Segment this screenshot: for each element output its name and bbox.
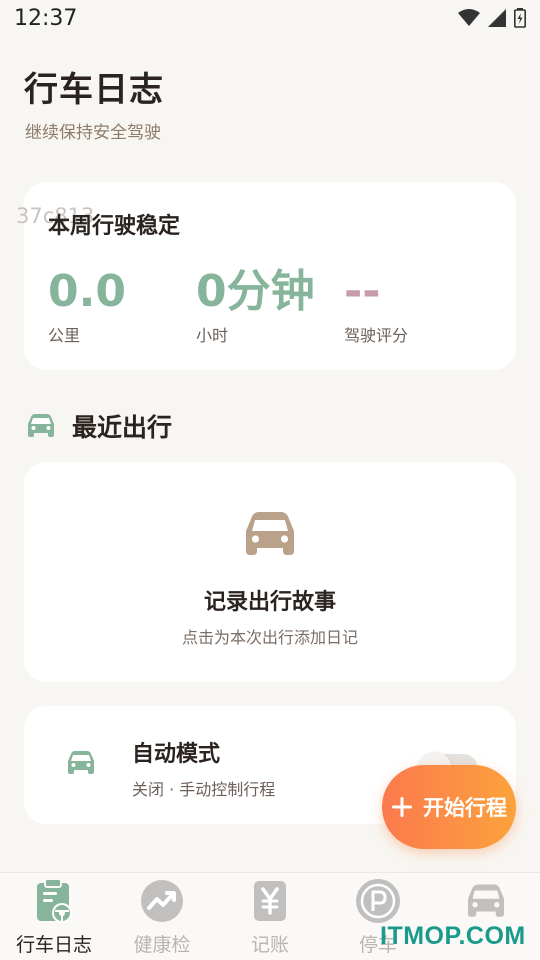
- page-title: 行车日志: [24, 70, 164, 110]
- car-icon: [68, 751, 94, 774]
- battery-icon: [514, 8, 526, 28]
- wifi-icon: [458, 9, 480, 26]
- nav-item-health-check[interactable]: 健康检: [108, 873, 216, 960]
- nav-item-accounting[interactable]: 记账: [216, 873, 324, 960]
- status-icons: [458, 8, 526, 28]
- yen-icon: [254, 881, 286, 921]
- car-icon: [468, 884, 504, 917]
- stat-distance: 0.0 公里: [48, 266, 126, 346]
- auto-mode-title: 自动模式: [132, 742, 221, 767]
- weekly-stats-card: 37c813 本周行驶稳定 0.0 公里 0分钟 小时 -- 驾驶评分: [16, 182, 516, 370]
- stat-score-value: --: [344, 266, 381, 317]
- nav-label-trip-log: 行车日志: [15, 934, 92, 956]
- record-trip-title: 记录出行故事: [203, 590, 336, 615]
- page-subtitle: 继续保持安全驾驶: [25, 123, 161, 143]
- start-trip-button[interactable]: 开始行程: [382, 765, 516, 849]
- car-icon: [28, 414, 54, 437]
- trend-icon: [141, 880, 183, 922]
- nav-label-accounting: 记账: [250, 934, 289, 956]
- stat-duration: 0分钟 小时: [196, 266, 315, 346]
- site-watermark: ITMOP.COM: [380, 922, 526, 950]
- clipboard-wheel-icon: [37, 878, 72, 923]
- nav-item-trip-log[interactable]: 行车日志: [0, 873, 108, 960]
- stat-distance-value: 0.0: [48, 266, 126, 317]
- auto-mode-subtitle: 关闭 · 手动控制行程: [132, 780, 276, 799]
- status-bar: 12:37: [0, 0, 540, 36]
- stat-score: -- 驾驶评分: [344, 266, 408, 346]
- car-icon: [246, 512, 294, 555]
- record-trip-card[interactable]: 记录出行故事 点击为本次出行添加日记: [24, 462, 516, 682]
- stat-duration-label: 小时: [196, 326, 229, 345]
- plus-icon: [392, 797, 412, 817]
- signal-icon: [488, 9, 506, 27]
- stat-duration-value: 0分钟: [196, 266, 315, 317]
- recent-trips-title: 最近出行: [72, 413, 173, 442]
- recent-trips-header: 最近出行: [26, 408, 172, 444]
- stat-score-label: 驾驶评分: [344, 326, 409, 345]
- weekly-stats-title: 本周行驶稳定: [48, 214, 181, 239]
- stat-distance-label: 公里: [48, 326, 81, 345]
- parking-icon: [356, 879, 400, 923]
- start-trip-label: 开始行程: [423, 796, 507, 820]
- record-trip-subtitle: 点击为本次出行添加日记: [181, 628, 358, 647]
- status-time: 12:37: [14, 5, 78, 31]
- nav-label-health-check: 健康检: [133, 934, 191, 956]
